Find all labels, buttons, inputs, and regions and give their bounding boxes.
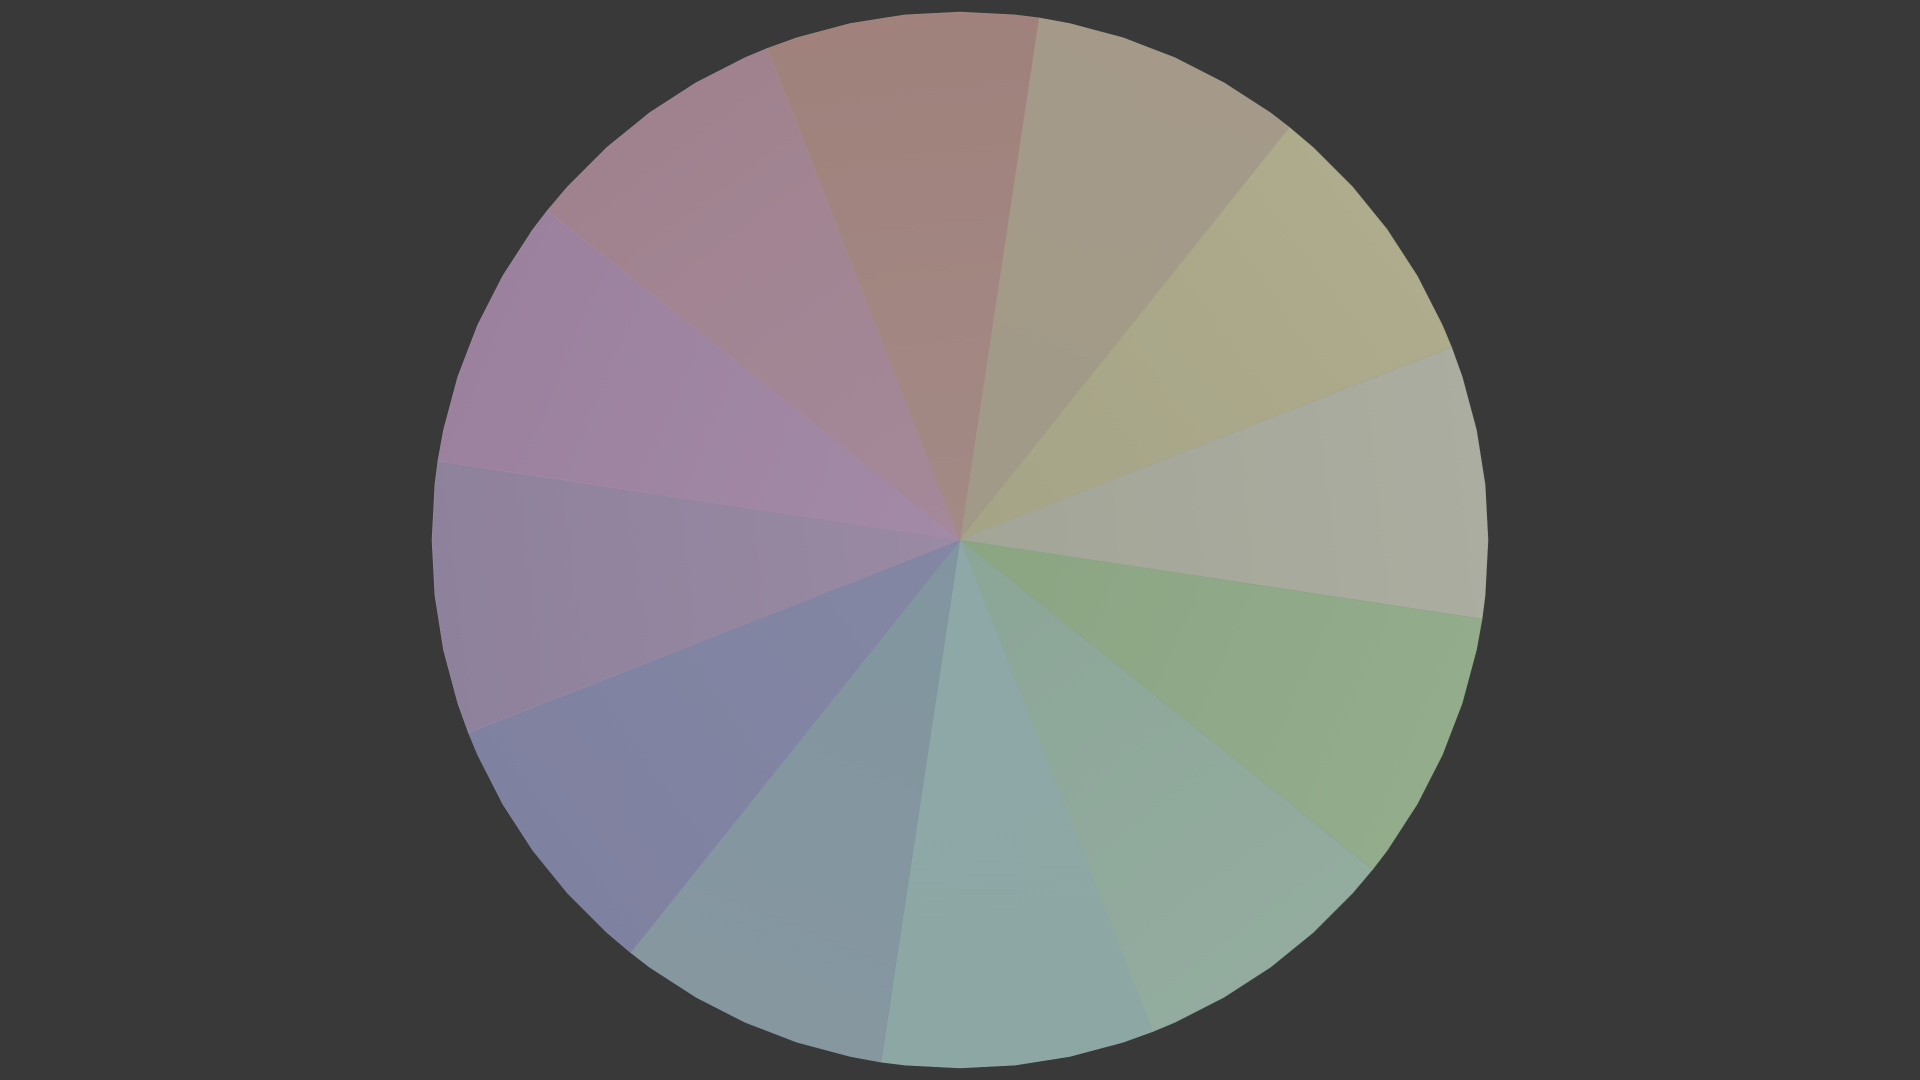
- 3d-viewport[interactable]: [0, 0, 1920, 1080]
- color-wheel-pie: [431, 11, 1489, 1069]
